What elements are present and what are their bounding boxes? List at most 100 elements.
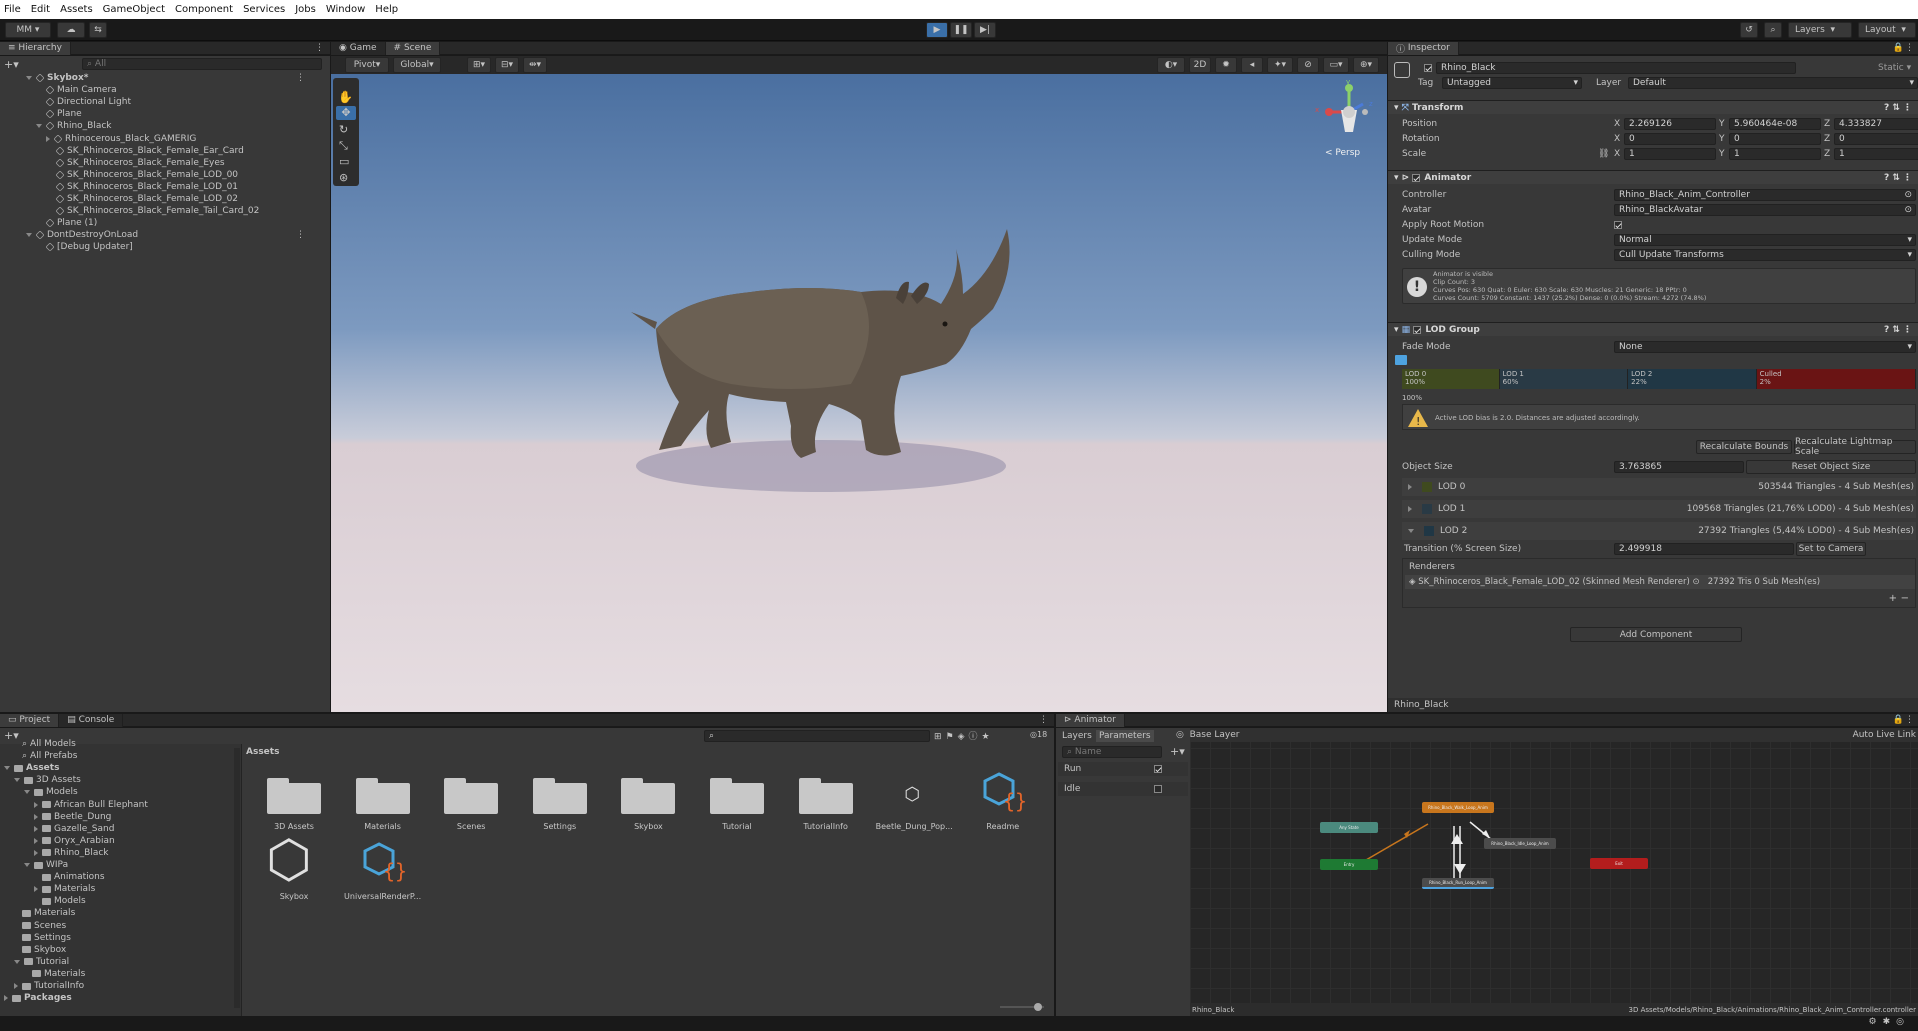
layers-dropdown[interactable]: Layers ▾ (1788, 22, 1852, 38)
asset-item[interactable]: {} Readme (963, 764, 1043, 844)
tab-hierarchy[interactable]: ≡ Hierarchy (0, 41, 71, 55)
dropdown-arrow-icon[interactable]: ▾ (1907, 250, 1915, 260)
gizmos-button[interactable]: ⊕▾ (1353, 57, 1379, 73)
fade-mode-dropdown[interactable]: None ▾ (1614, 341, 1916, 353)
project-tree-item[interactable]: Settings (14, 932, 71, 944)
kebab-menu-icon[interactable]: ⋮ (296, 73, 305, 83)
state-node[interactable]: Rhino_Black_Walk_Loop_Anim (1422, 802, 1494, 813)
parameter-row[interactable]: Idle (1058, 782, 1188, 796)
hand-tool-icon[interactable]: ✋ (338, 90, 353, 104)
tab-game[interactable]: ◉ Game (331, 41, 386, 55)
hierarchy-item[interactable]: SK_Rhinoceros_Black_Female_Eyes (46, 157, 225, 169)
transform-x-field[interactable]: 2.269126 (1624, 118, 1716, 130)
set-to-camera-button[interactable]: Set to Camera (1796, 542, 1866, 556)
hierarchy-item[interactable]: Plane (36, 108, 82, 120)
expand-arrow-icon[interactable] (26, 76, 32, 80)
move-tool-icon[interactable]: ✥ (336, 106, 356, 120)
hierarchy-item[interactable]: SK_Rhinoceros_Black_Female_Tail_Card_02 (46, 205, 259, 217)
project-tree-item[interactable]: Materials (24, 968, 85, 980)
lod-bar-segment[interactable]: LOD 0 100% (1402, 369, 1500, 389)
expand-arrow-icon[interactable] (36, 124, 42, 129)
lod-level-row[interactable]: LOD 2 27392 Triangles (5,44% LOD0) - 4 Su… (1402, 522, 1916, 540)
parameter-search-input[interactable]: ⌕ Name (1062, 746, 1162, 758)
axis-label-y[interactable]: Y (1719, 133, 1725, 145)
target-icon[interactable]: ⊙ (1692, 577, 1699, 587)
expand-arrow-icon[interactable] (4, 766, 10, 771)
transform-y-field[interactable]: 5.960464e-08 (1729, 118, 1821, 130)
parameter-checkbox[interactable] (1154, 765, 1162, 773)
renderer-item[interactable]: ◈ SK_Rhinoceros_Black_Female_LOD_02 (Ski… (1405, 575, 1915, 589)
expand-arrow-icon[interactable] (34, 837, 38, 844)
axis-label-x[interactable]: X (1614, 133, 1620, 145)
camera-button[interactable]: ▭▾ (1323, 57, 1349, 73)
asset-item[interactable]: Settings (520, 764, 600, 844)
lod-bar-segment[interactable]: Culled 2% (1756, 369, 1916, 389)
history-button[interactable]: ↺ (1740, 22, 1758, 38)
menu-item-edit[interactable]: Edit (31, 4, 50, 15)
hierarchy-item[interactable]: Rhinocerous_Black_GAMERIG (46, 133, 196, 145)
asset-item[interactable]: Scenes (431, 764, 511, 844)
tab-scene[interactable]: # Scene (385, 41, 441, 55)
hierarchy-item[interactable]: Skybox* ⋮ (26, 72, 305, 84)
project-tree-item[interactable]: African Bull Elephant (34, 799, 148, 811)
hierarchy-item[interactable]: SK_Rhinoceros_Black_Female_LOD_01 (46, 181, 238, 193)
animator-row-field[interactable]: Rhino_Black_Anim_Controller ⊙ (1614, 189, 1916, 201)
transform-x-field[interactable]: 0 (1624, 133, 1716, 145)
menu-item-gameobject[interactable]: GameObject (103, 4, 165, 15)
project-tree-item[interactable]: Animations (34, 871, 105, 883)
recalculate-lightmap-button[interactable]: Recalculate Lightmap Scale (1794, 437, 1916, 457)
lighting-button[interactable]: ✹ (1215, 57, 1237, 73)
lod-level-row[interactable]: LOD 1 109568 Triangles (21,76% LOD0) - 4 … (1402, 500, 1916, 518)
hierarchy-item[interactable]: Plane (1) (36, 217, 97, 229)
rotate-tool-icon[interactable]: ↻ (339, 123, 348, 136)
asset-item[interactable]: Tutorial (697, 764, 777, 844)
axis-label-z[interactable]: Z (1824, 118, 1830, 130)
project-tree-item[interactable]: Models (34, 895, 86, 907)
hidden-objects-button[interactable]: ⊘ (1297, 57, 1319, 73)
recalculate-bounds-button[interactable]: Recalculate Bounds (1696, 440, 1792, 454)
project-tree-item[interactable]: 3D Assets (14, 774, 81, 786)
menu-item-component[interactable]: Component (175, 4, 233, 15)
state-node[interactable]: Any State (1320, 822, 1378, 833)
add-component-button[interactable]: Add Component (1570, 627, 1742, 642)
transform-y-field[interactable]: 1 (1729, 148, 1821, 160)
menu-item-jobs[interactable]: Jobs (295, 4, 316, 15)
project-tree-item[interactable]: ⌕ All Models (14, 738, 76, 750)
pause-button[interactable]: ❚❚ (950, 22, 972, 38)
tree-scrollbar[interactable] (234, 748, 240, 1008)
axis-label-z[interactable]: Z (1824, 148, 1830, 160)
expand-arrow-icon[interactable] (46, 135, 50, 142)
transform-y-field[interactable]: 0 (1729, 133, 1821, 145)
asset-item[interactable]: TutorialInfo (786, 764, 866, 844)
rect-tool-icon[interactable]: ▭ (339, 155, 349, 168)
scale-tool-icon[interactable]: ⤡ (339, 139, 348, 153)
step-button[interactable]: ▶| (974, 22, 996, 38)
project-tree-item[interactable]: Tutorial (14, 956, 69, 968)
expand-arrow-icon[interactable] (14, 959, 20, 964)
audio-button[interactable]: ◂ (1241, 57, 1263, 73)
asset-item[interactable]: Materials (343, 764, 423, 844)
transform-tool-icon[interactable]: ⊛ (339, 171, 348, 184)
state-node[interactable]: Entry (1320, 859, 1378, 870)
state-node[interactable]: Rhino_Black_Run_Loop_Anim (1422, 878, 1494, 889)
axis-label-z[interactable]: Z (1824, 133, 1830, 145)
project-tree-item[interactable]: ⌕ All Prefabs (14, 750, 77, 762)
kebab-menu-icon[interactable]: ⋮ (1905, 715, 1914, 725)
scene-viewport[interactable]: ✋ ✥ ↻ ⤡ ▭ ⊛ y x z 🔒 < Persp (331, 74, 1387, 712)
expand-arrow-icon[interactable] (1408, 484, 1412, 490)
project-tree-item[interactable]: Scenes (14, 920, 66, 932)
project-tree-item[interactable]: TutorialInfo (14, 980, 84, 992)
hierarchy-item[interactable]: Directional Light (36, 96, 131, 108)
active-toggle[interactable] (1424, 62, 1436, 74)
grid-snap-button[interactable]: ⊞▾ (467, 57, 491, 73)
project-tree-item[interactable]: Materials (14, 907, 75, 919)
menu-item-help[interactable]: Help (375, 4, 398, 15)
expand-arrow-icon[interactable] (34, 886, 38, 893)
add-renderer-icon[interactable]: + (1889, 593, 1897, 604)
kebab-menu-icon[interactable]: ⋮ (1905, 43, 1914, 53)
project-tree-item[interactable]: Gazelle_Sand (34, 823, 114, 835)
reset-object-size-button[interactable]: Reset Object Size (1746, 460, 1916, 474)
component-menu-icon[interactable]: ? ⇅ ⋮ (1884, 325, 1912, 335)
project-tree-item[interactable]: Oryx_Arabian (34, 835, 115, 847)
expand-arrow-icon[interactable] (1408, 506, 1412, 512)
